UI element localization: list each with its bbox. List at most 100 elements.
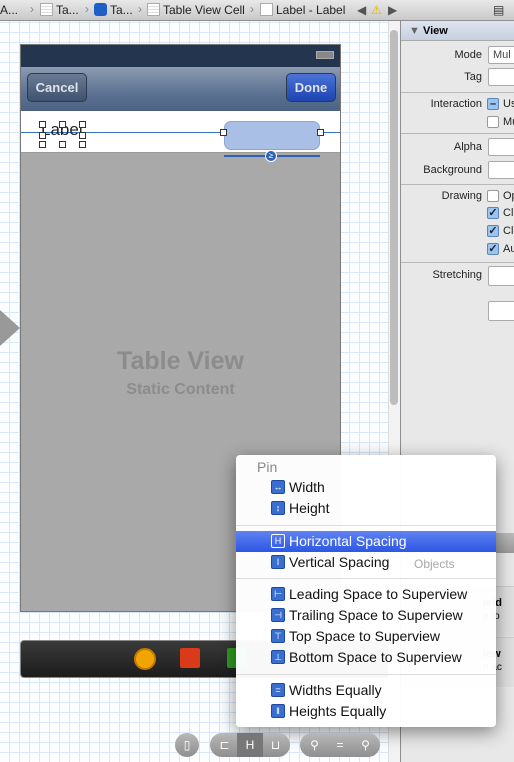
interaction-label: Interaction xyxy=(430,98,482,110)
drawing-label: Drawing xyxy=(441,190,482,202)
zoom-segmented-control: ⚲ = ⚲ xyxy=(300,733,380,757)
resize-handle[interactable] xyxy=(39,141,46,148)
battery-icon xyxy=(316,51,334,59)
checkbox-label: Au xyxy=(503,243,514,255)
menu-item-top-space[interactable]: ⊤ Top Space to Superview xyxy=(236,626,496,647)
menu-item-label: Horizontal Spacing xyxy=(289,533,407,549)
cancel-button[interactable]: Cancel xyxy=(27,73,87,102)
objects-filter-popup[interactable]: Objects xyxy=(411,557,458,571)
menu-item-leading-space[interactable]: ⊢ Leading Space to Superview xyxy=(236,584,496,605)
checkbox-label: Us xyxy=(503,98,514,110)
cube-icon xyxy=(94,3,107,16)
menu-header: Pin xyxy=(257,459,278,475)
resize-handle[interactable] xyxy=(39,132,46,139)
previous-issue-icon[interactable]: ◀ xyxy=(357,3,366,17)
file-inspector-icon[interactable]: ▤ xyxy=(493,3,504,17)
disclosure-triangle-icon: ▼ xyxy=(409,25,423,37)
menu-item-horizontal-spacing[interactable]: H Horizontal Spacing xyxy=(236,531,496,552)
divider xyxy=(401,92,514,93)
checkbox-label: Mu xyxy=(503,116,514,128)
vertical-spacing-icon: I xyxy=(271,555,285,569)
clears-context-checkbox[interactable]: ✓ xyxy=(487,207,499,219)
height-icon: ↕ xyxy=(271,501,285,515)
pin-menu: Pin ↔ Width ↕ Height H Horizontal Spacing I… xyxy=(236,455,496,727)
divider xyxy=(401,184,514,185)
label-icon xyxy=(260,3,273,16)
menu-item-label: Leading Space to Superview xyxy=(289,586,468,602)
mode-label: Mode xyxy=(454,49,482,61)
menu-item-label: Bottom Space to Superview xyxy=(289,649,462,665)
zoom-actual-icon[interactable]: = xyxy=(327,733,353,757)
breadcrumb-item[interactable]: Ta... xyxy=(94,3,133,17)
breadcrumb-label: Label - Label xyxy=(276,3,346,17)
multiple-touch-checkbox[interactable] xyxy=(487,116,499,128)
tag-field[interactable] xyxy=(488,68,514,86)
table-view-cell[interactable]: Label ≥ xyxy=(21,111,340,162)
constraint-badge-icon[interactable]: ≥ xyxy=(265,150,277,162)
autoresize-subviews-checkbox[interactable]: ✓ xyxy=(487,243,499,255)
zoom-in-icon[interactable]: ⚲ xyxy=(353,733,378,757)
chevron-right-icon: › xyxy=(250,2,254,16)
menu-item-widths-equally[interactable]: = Widths Equally xyxy=(236,680,496,701)
resize-handle[interactable] xyxy=(39,121,46,128)
widths-equally-icon: = xyxy=(271,683,285,697)
bottom-space-icon: ⊥ xyxy=(271,650,285,664)
status-bar xyxy=(21,45,340,67)
mode-popup[interactable]: Mul xyxy=(488,46,514,64)
breadcrumb-item[interactable]: Ta... xyxy=(40,3,79,17)
breadcrumb-item[interactable]: A... xyxy=(0,3,18,17)
next-issue-icon[interactable]: ▶ xyxy=(388,3,397,17)
checkbox-label: Op xyxy=(503,190,514,202)
stretching-label: Stretching xyxy=(432,269,482,281)
resolve-icon[interactable]: ⊔ xyxy=(263,733,288,757)
divider xyxy=(401,133,514,134)
form-factor-button[interactable]: ▯ xyxy=(175,733,199,757)
clip-subviews-checkbox[interactable]: ✓ xyxy=(487,225,499,237)
resize-handle[interactable] xyxy=(59,141,66,148)
leading-space-icon: ⊢ xyxy=(271,587,285,601)
table-view-title: Table View xyxy=(117,347,244,375)
checkbox-label: Cl xyxy=(503,225,514,237)
resize-handle[interactable] xyxy=(79,141,86,148)
resize-handle[interactable] xyxy=(59,121,66,128)
alpha-field[interactable] xyxy=(488,138,514,156)
menu-item-label: Widths Equally xyxy=(289,682,382,698)
background-color-well[interactable] xyxy=(488,161,514,179)
menu-item-height[interactable]: ↕ Height xyxy=(236,498,496,519)
scrollbar-thumb[interactable] xyxy=(390,30,398,405)
resize-handle[interactable] xyxy=(317,129,324,136)
resize-handle[interactable] xyxy=(79,132,86,139)
navigation-bar: Cancel Done xyxy=(21,67,340,111)
stretching-width-field[interactable] xyxy=(488,301,514,321)
menu-item-heights-equally[interactable]: ‖ Heights Equally xyxy=(236,701,496,722)
first-responder-icon[interactable] xyxy=(134,648,156,670)
device-icon: ▯ xyxy=(183,738,191,752)
menu-item-trailing-space[interactable]: ⊣ Trailing Space to Superview xyxy=(236,605,496,626)
text-field[interactable] xyxy=(224,121,320,150)
breadcrumb-item[interactable]: Label - Label xyxy=(260,3,345,17)
static-content-label: Static Content xyxy=(126,381,235,398)
breadcrumb-item[interactable]: Table View Cell xyxy=(147,3,245,17)
user-interaction-checkbox[interactable]: – xyxy=(487,98,499,110)
heights-equally-icon: ‖ xyxy=(271,704,285,718)
align-icon[interactable]: ⊏ xyxy=(212,733,237,757)
constraints-segmented-control: ⊏ H ⊔ xyxy=(210,733,290,757)
opaque-checkbox[interactable] xyxy=(487,190,499,202)
done-button[interactable]: Done xyxy=(286,73,336,102)
menu-separator xyxy=(236,525,496,526)
menu-item-bottom-space[interactable]: ⊥ Bottom Space to Superview xyxy=(236,647,496,668)
warning-icon[interactable]: ⚠ xyxy=(371,3,382,17)
pin-icon[interactable]: H xyxy=(237,733,263,757)
menu-item-label: Top Space to Superview xyxy=(289,628,440,644)
view-section-header[interactable]: ▼ View xyxy=(401,21,514,41)
zoom-out-icon[interactable]: ⚲ xyxy=(302,733,327,757)
resize-handle[interactable] xyxy=(79,121,86,128)
menu-item-label: Heights Equally xyxy=(289,703,387,719)
menu-separator xyxy=(236,674,496,675)
exit-icon[interactable] xyxy=(180,648,200,668)
resize-handle[interactable] xyxy=(220,129,227,136)
divider xyxy=(401,262,514,263)
jump-bar: A... › Ta... › Ta... › Table View Cell ›… xyxy=(0,0,514,21)
stretching-x-field[interactable] xyxy=(488,266,514,286)
menu-item-width[interactable]: ↔ Width xyxy=(236,477,496,498)
